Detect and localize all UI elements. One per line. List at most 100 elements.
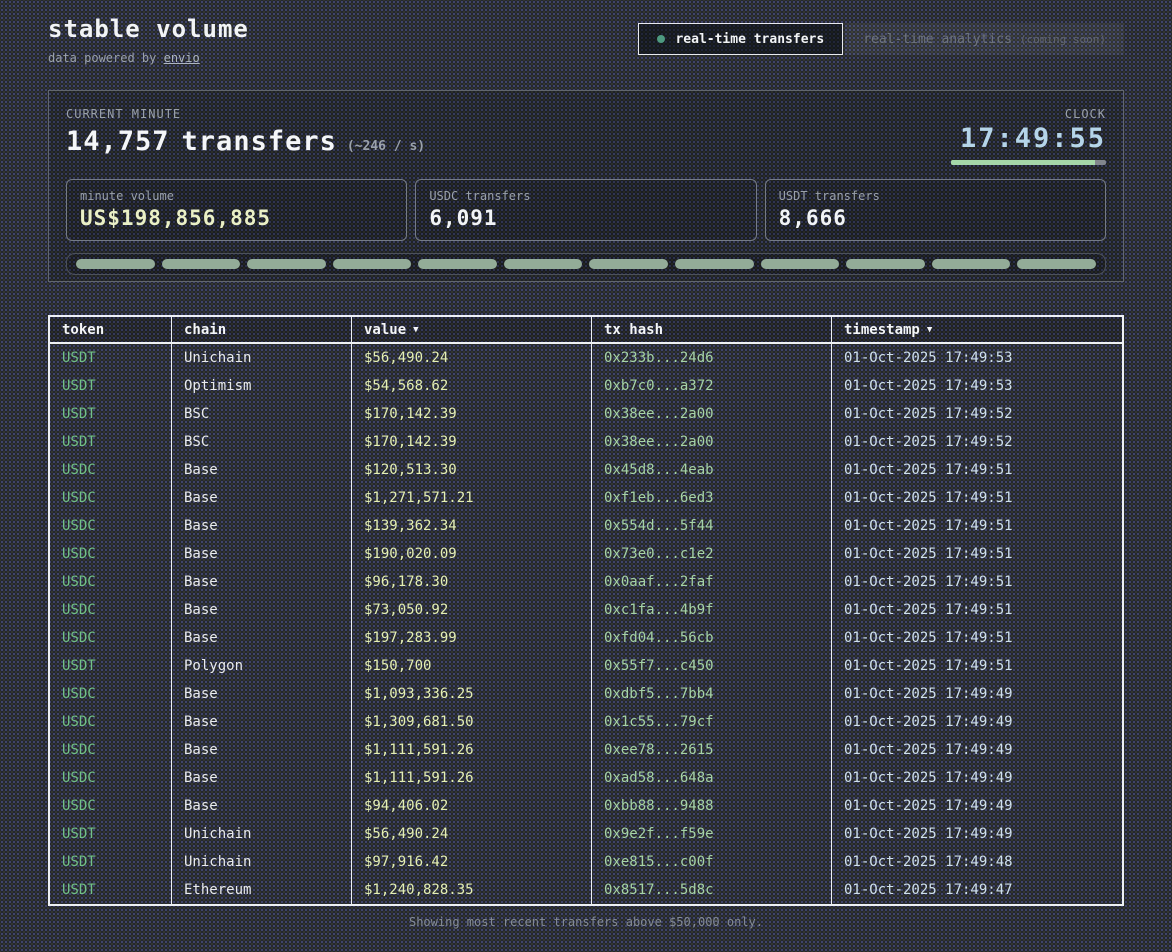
timestamp-cell: 01-Oct-2025 17:49:48 <box>832 848 1122 876</box>
tab-real-time-transfers[interactable]: real-time transfers <box>638 23 843 55</box>
table-row: USDCBase$139,362.340x554d...5f4401-Oct-2… <box>50 512 1122 540</box>
tx-hash-link[interactable]: 0x38ee...2a00 <box>592 428 832 456</box>
tx-hash-link[interactable]: 0x8517...5d8c <box>592 876 832 904</box>
table-row: USDCBase$94,406.020xbb88...948801-Oct-20… <box>50 792 1122 820</box>
timestamp-cell: 01-Oct-2025 17:49:51 <box>832 512 1122 540</box>
tx-hash-link[interactable]: 0x0aaf...2faf <box>592 568 832 596</box>
column-label: tx hash <box>604 322 663 338</box>
value-cell: $150,700 <box>352 652 592 680</box>
current-minute-panel: CURRENT MINUTE 14,757 transfers (~246 / … <box>48 90 1124 282</box>
tx-hash-link[interactable]: 0xf1eb...6ed3 <box>592 484 832 512</box>
chain-cell: Base <box>172 512 352 540</box>
token-cell: USDT <box>50 848 172 876</box>
tx-hash-link[interactable]: 0x73e0...c1e2 <box>592 540 832 568</box>
table-row: USDCBase$73,050.920xc1fa...4b9f01-Oct-20… <box>50 596 1122 624</box>
chain-cell: Base <box>172 764 352 792</box>
tx-hash-link[interactable]: 0xee78...2615 <box>592 736 832 764</box>
value-cell: $73,050.92 <box>352 596 592 624</box>
value-cell: $97,916.42 <box>352 848 592 876</box>
chain-cell: Base <box>172 568 352 596</box>
chain-cell: Base <box>172 624 352 652</box>
tx-hash-link[interactable]: 0xbb88...9488 <box>592 792 832 820</box>
tx-hash-link[interactable]: 0xc1fa...4b9f <box>592 596 832 624</box>
tx-hash-link[interactable]: 0x233b...24d6 <box>592 344 832 372</box>
chain-cell: Base <box>172 484 352 512</box>
token-cell: USDC <box>50 736 172 764</box>
stat-label: USDT transfers <box>779 189 1092 203</box>
tx-hash-link[interactable]: 0x1c55...79cf <box>592 708 832 736</box>
value-cell: $1,309,681.50 <box>352 708 592 736</box>
token-cell: USDT <box>50 652 172 680</box>
timestamp-cell: 01-Oct-2025 17:49:52 <box>832 400 1122 428</box>
token-cell: USDC <box>50 456 172 484</box>
column-header-value[interactable]: value▼ <box>352 317 592 342</box>
powered-by: data powered by envio <box>48 51 249 65</box>
token-cell: USDC <box>50 708 172 736</box>
token-cell: USDC <box>50 792 172 820</box>
tx-hash-link[interactable]: 0x45d8...4eab <box>592 456 832 484</box>
table-row: USDCBase$120,513.300x45d8...4eab01-Oct-2… <box>50 456 1122 484</box>
timestamp-cell: 01-Oct-2025 17:49:51 <box>832 456 1122 484</box>
tx-hash-link[interactable]: 0x55f7...c450 <box>592 652 832 680</box>
value-cell: $170,142.39 <box>352 428 592 456</box>
chain-cell: BSC <box>172 400 352 428</box>
value-cell: $139,362.34 <box>352 512 592 540</box>
column-label: value <box>364 322 406 338</box>
value-cell: $54,568.62 <box>352 372 592 400</box>
activity-segment <box>76 259 155 269</box>
tx-hash-link[interactable]: 0x38ee...2a00 <box>592 400 832 428</box>
timestamp-cell: 01-Oct-2025 17:49:49 <box>832 820 1122 848</box>
tx-hash-link[interactable]: 0xe815...c00f <box>592 848 832 876</box>
chain-cell: Optimism <box>172 372 352 400</box>
value-cell: $96,178.30 <box>352 568 592 596</box>
page: stable volume data powered by envio real… <box>0 0 1172 929</box>
stat-label: USDC transfers <box>429 189 742 203</box>
chain-cell: Base <box>172 680 352 708</box>
tab-label: real-time transfers <box>675 32 824 47</box>
value-cell: $1,111,591.26 <box>352 736 592 764</box>
value-cell: $1,271,571.21 <box>352 484 592 512</box>
count-line: 14,757 transfers (~246 / s) <box>66 126 425 157</box>
clock-label: CLOCK <box>951 107 1106 121</box>
token-cell: USDC <box>50 680 172 708</box>
table-row: USDCBase$197,283.990xfd04...56cb01-Oct-2… <box>50 624 1122 652</box>
table-row: USDCBase$1,309,681.500x1c55...79cf01-Oct… <box>50 708 1122 736</box>
tab-label: real-time analytics <box>863 32 1012 47</box>
tx-hash-link[interactable]: 0xad58...648a <box>592 764 832 792</box>
chain-cell: Unichain <box>172 344 352 372</box>
envio-link[interactable]: envio <box>164 51 200 65</box>
table-row: USDTUnichain$56,490.240x9e2f...f59e01-Oc… <box>50 820 1122 848</box>
table-row: USDCBase$1,271,571.210xf1eb...6ed301-Oct… <box>50 484 1122 512</box>
token-cell: USDT <box>50 344 172 372</box>
column-header-timestamp[interactable]: timestamp▼ <box>832 317 1122 342</box>
activity-segment <box>761 259 840 269</box>
hero-top: CURRENT MINUTE 14,757 transfers (~246 / … <box>66 107 1106 165</box>
activity-segment <box>247 259 326 269</box>
token-cell: USDC <box>50 568 172 596</box>
activity-segment <box>675 259 754 269</box>
tx-hash-link[interactable]: 0x554d...5f44 <box>592 512 832 540</box>
value-cell: $94,406.02 <box>352 792 592 820</box>
stat-value: 6,091 <box>429 206 742 230</box>
value-cell: $56,490.24 <box>352 820 592 848</box>
token-cell: USDC <box>50 484 172 512</box>
tx-hash-link[interactable]: 0xb7c0...a372 <box>592 372 832 400</box>
page-title: stable volume <box>48 15 249 43</box>
activity-segment <box>932 259 1011 269</box>
table-row: USDTUnichain$56,490.240x233b...24d601-Oc… <box>50 344 1122 372</box>
transfer-count: 14,757 <box>66 126 170 157</box>
timestamp-cell: 01-Oct-2025 17:49:49 <box>832 708 1122 736</box>
token-cell: USDT <box>50 820 172 848</box>
token-cell: USDC <box>50 512 172 540</box>
column-label: chain <box>184 322 226 338</box>
tx-hash-link[interactable]: 0xfd04...56cb <box>592 624 832 652</box>
tx-hash-link[interactable]: 0x9e2f...f59e <box>592 820 832 848</box>
chain-cell: Unichain <box>172 848 352 876</box>
chain-cell: Ethereum <box>172 876 352 904</box>
table-row: USDCBase$1,093,336.250xdbf5...7bb401-Oct… <box>50 680 1122 708</box>
sort-desc-icon: ▼ <box>927 325 932 335</box>
stat-value: 8,666 <box>779 206 1092 230</box>
table-row: USDCBase$190,020.090x73e0...c1e201-Oct-2… <box>50 540 1122 568</box>
activity-segment <box>418 259 497 269</box>
tx-hash-link[interactable]: 0xdbf5...7bb4 <box>592 680 832 708</box>
